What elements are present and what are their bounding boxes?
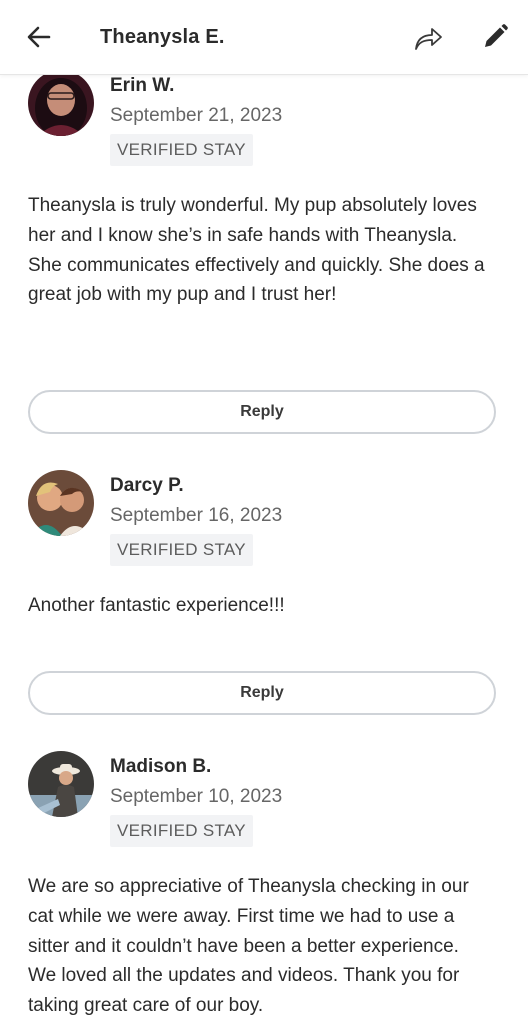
verified-stay-badge: VERIFIED STAY xyxy=(110,134,253,166)
avatar xyxy=(28,70,94,136)
verified-stay-badge: VERIFIED STAY xyxy=(110,534,253,566)
top-app-bar: Theanysla E. xyxy=(0,0,528,75)
reply-button[interactable]: Reply xyxy=(28,390,496,434)
avatar xyxy=(28,470,94,536)
reviewer-name: Darcy P. xyxy=(110,475,184,496)
verified-stay-badge: VERIFIED STAY xyxy=(110,815,253,847)
page-title: Theanysla E. xyxy=(100,26,225,48)
review-text: We are so appreciative of Theanysla chec… xyxy=(28,876,469,1017)
reviewer-name: Madison B. xyxy=(110,756,212,777)
review-date: September 10, 2023 xyxy=(110,786,283,807)
reply-button[interactable]: Reply xyxy=(28,671,496,715)
review-date: September 16, 2023 xyxy=(110,505,283,526)
share-forward-icon[interactable] xyxy=(412,22,442,52)
pencil-edit-icon[interactable] xyxy=(480,22,510,52)
arrow-left-icon[interactable] xyxy=(24,22,54,52)
review-text: Theanysla is truly wonderful. My pup abs… xyxy=(28,195,485,306)
reviewer-name: Erin W. xyxy=(110,75,175,96)
review-date: September 21, 2023 xyxy=(110,105,283,126)
avatar xyxy=(28,751,94,817)
review-text: Another fantastic experience!!! xyxy=(28,595,285,616)
